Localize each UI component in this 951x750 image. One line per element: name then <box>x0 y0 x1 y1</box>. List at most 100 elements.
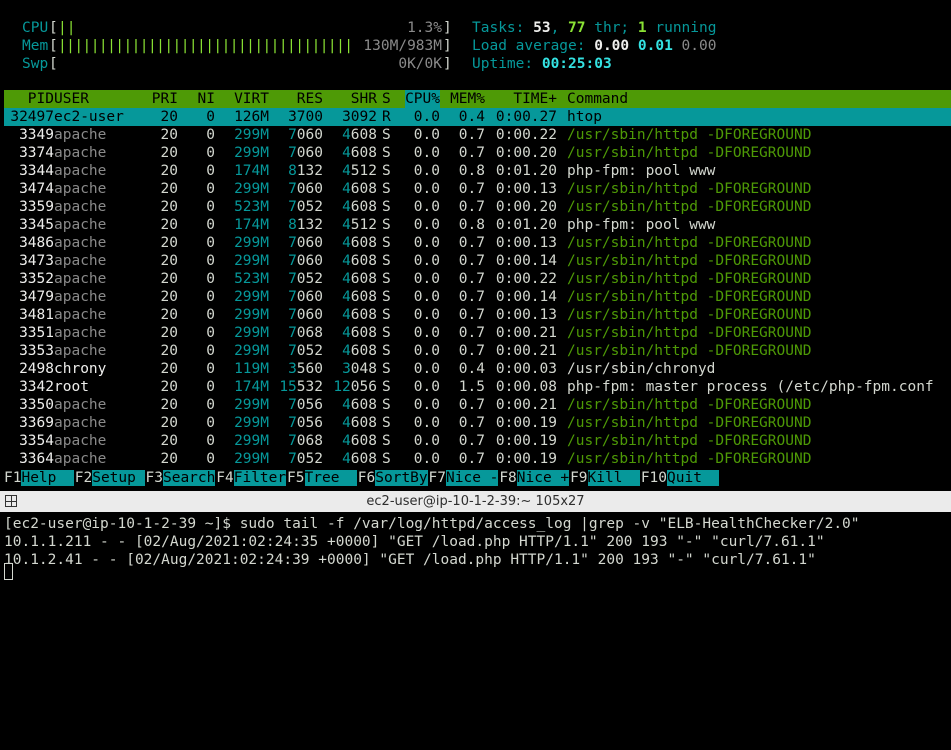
process-row[interactable]: 3349 apache 20 0 299M 7060 4608 S 0.0 0.7 0:00.22 /… <box>4 126 951 144</box>
process-user: apache <box>54 253 107 269</box>
process-user: apache <box>54 271 107 287</box>
process-row[interactable]: 3351 apache 20 0 299M 7068 4608 S 0.0 0.7 0:00.21 /… <box>4 324 951 342</box>
column-header-pid[interactable]: PID <box>28 90 54 108</box>
function-key-bar: F1Help F2Setup F3Search F4Filter F5Tree F6… <box>4 469 951 487</box>
process-cpu: 0.0 <box>413 379 440 395</box>
load-average-stat: Load average: 0.00 0.01 0.00 <box>472 38 717 54</box>
process-cmd: /usr/sbin/httpd -DFOREGROUND <box>567 127 812 143</box>
process-time: 0:00.19 <box>495 451 557 467</box>
cpu-meter-label: CPU <box>22 20 49 36</box>
column-header-user[interactable]: USER <box>54 90 89 108</box>
process-row[interactable]: 32497 ec2-user 20 0 126M 3700 3092 R 0.0 0.4 0:00.… <box>4 108 951 126</box>
process-time: 0:00.19 <box>495 433 557 449</box>
process-row[interactable]: 3350 apache 20 0 299M 7056 4608 S 0.0 0.7 0:00.21 /… <box>4 396 951 414</box>
fkey-sortby-button[interactable]: F6SortBy <box>358 469 428 487</box>
process-row[interactable]: 3345 apache 20 0 174M 8132 4512 S 0.0 0.8 0:01.20 p… <box>4 216 951 234</box>
fkey-nice-button[interactable]: F7Nice - <box>429 469 499 487</box>
process-s: S <box>382 307 391 323</box>
process-row[interactable]: 3342 root 20 0 174M 15532 12056 S 0.0 1.5 0:00.08 p… <box>4 378 951 396</box>
column-header-res[interactable]: RES <box>297 90 323 108</box>
process-row[interactable]: 3353 apache 20 0 299M 7052 4608 S 0.0 0.7 0:00.21 /… <box>4 342 951 360</box>
process-row[interactable]: 3374 apache 20 0 299M 7060 4608 S 0.0 0.7 0:00.20 /… <box>4 144 951 162</box>
process-row[interactable]: 3486 apache 20 0 299M 7060 4608 S 0.0 0.7 0:00.13 /… <box>4 234 951 252</box>
process-user: apache <box>54 397 107 413</box>
process-ni: 0 <box>206 217 215 233</box>
process-ni: 0 <box>206 163 215 179</box>
process-row[interactable]: 3359 apache 20 0 523M 7052 4608 S 0.0 0.7 0:00.20 /… <box>4 198 951 216</box>
column-header-virt[interactable]: VIRT <box>234 90 269 108</box>
swp-meter: Swp [ 0K/0K ] <box>22 56 452 72</box>
process-mem: 0.7 <box>458 235 485 251</box>
process-shr: 4608 <box>342 325 377 341</box>
fkey-help-button[interactable]: F1Help <box>4 469 74 487</box>
column-header-pri[interactable]: PRI <box>152 90 178 108</box>
process-virt: 523M <box>234 271 269 287</box>
process-row[interactable]: 3479 apache 20 0 299M 7060 4608 S 0.0 0.7 0:00.14 /… <box>4 288 951 306</box>
process-mem: 0.7 <box>458 271 485 287</box>
process-s: S <box>382 235 391 251</box>
process-s: S <box>382 343 391 359</box>
process-pid: 3352 <box>19 271 54 287</box>
process-user: apache <box>54 199 107 215</box>
process-pri: 20 <box>160 217 178 233</box>
fkey-label: Quit <box>667 470 720 486</box>
process-row[interactable]: 3354 apache 20 0 299M 7068 4608 S 0.0 0.7 0:00.19 /… <box>4 432 951 450</box>
process-shr: 4608 <box>342 253 377 269</box>
column-header-cpu[interactable]: CPU% <box>405 90 440 108</box>
column-header-shr[interactable]: SHR <box>351 90 377 108</box>
process-row[interactable]: 3473 apache 20 0 299M 7060 4608 S 0.0 0.7 0:00.14 /… <box>4 252 951 270</box>
process-time: 0:00.13 <box>495 235 557 251</box>
process-pri: 20 <box>160 235 178 251</box>
process-row[interactable]: 2498 chrony 20 0 119M 3560 3048 S 0.0 0.4 0:00.03 /… <box>4 360 951 378</box>
fkey-setup-button[interactable]: F2Setup <box>75 469 145 487</box>
process-pid: 3350 <box>19 397 54 413</box>
tasks-count: 53 <box>533 20 551 36</box>
fkey-nice-button[interactable]: F8Nice + <box>499 469 570 487</box>
process-mem: 0.7 <box>458 343 485 359</box>
process-res: 3700 <box>288 109 323 125</box>
shell-pane[interactable]: [ec2-user@ip-10-1-2-39 ~]$ sudo tail -f … <box>0 512 951 750</box>
process-row[interactable]: 3481 apache 20 0 299M 7060 4608 S 0.0 0.7 0:00.13 /… <box>4 306 951 324</box>
process-cpu: 0.0 <box>413 253 440 269</box>
process-virt: 299M <box>234 325 269 341</box>
fkey-tree-button[interactable]: F5Tree <box>287 469 357 487</box>
split-pane-icon[interactable] <box>5 495 17 507</box>
fkey-kill-button[interactable]: F9Kill <box>570 469 640 487</box>
process-cpu: 0.0 <box>413 451 440 467</box>
fkey-quit-button[interactable]: F10Quit <box>641 469 720 487</box>
process-cmd: /usr/sbin/httpd -DFOREGROUND <box>567 289 812 305</box>
fkey-filter-button[interactable]: F4Filter <box>216 469 287 487</box>
column-header-time[interactable]: TIME+ <box>513 90 557 108</box>
process-user: apache <box>54 307 107 323</box>
terminal-title-bar[interactable]: ec2-user@ip-10-1-2-39:~ 105x27 <box>0 491 951 512</box>
fkey-search-button[interactable]: F3Search <box>146 469 216 487</box>
process-row[interactable]: 3364 apache 20 0 299M 7052 4608 S 0.0 0.7 0:00.19 /… <box>4 450 951 468</box>
column-header-mem[interactable]: MEM% <box>450 90 485 108</box>
process-row[interactable]: 3474 apache 20 0 299M 7060 4608 S 0.0 0.7 0:00.13 /… <box>4 180 951 198</box>
process-row[interactable]: 3344 apache 20 0 174M 8132 4512 S 0.0 0.8 0:01.20 p… <box>4 162 951 180</box>
process-ni: 0 <box>206 127 215 143</box>
column-header-command[interactable]: Command <box>567 90 628 108</box>
fkey-number: F6 <box>357 470 376 486</box>
load-15: 0.00 <box>681 38 717 54</box>
process-cmd: /usr/sbin/httpd -DFOREGROUND <box>567 325 812 341</box>
process-ni: 0 <box>206 253 215 269</box>
process-s: S <box>382 199 391 215</box>
process-time: 0:01.20 <box>495 217 557 233</box>
process-ni: 0 <box>206 109 215 125</box>
shell-output-line: 10.1.2.41 - - [02/Aug/2021:02:24:39 +000… <box>4 552 816 568</box>
process-row[interactable]: 3369 apache 20 0 299M 7056 4608 S 0.0 0.7 0:00.19 /… <box>4 414 951 432</box>
column-header-s[interactable]: S <box>382 90 391 108</box>
process-virt: 174M <box>234 379 269 395</box>
process-s: S <box>382 451 391 467</box>
column-header-ni[interactable]: NI <box>198 90 215 108</box>
process-mem: 0.7 <box>458 433 485 449</box>
process-row[interactable]: 3352 apache 20 0 523M 7052 4608 S 0.0 0.7 0:00.22 /… <box>4 270 951 288</box>
process-ni: 0 <box>206 451 215 467</box>
process-time: 0:00.22 <box>495 271 557 287</box>
process-res: 7052 <box>288 451 323 467</box>
process-res: 7068 <box>288 325 323 341</box>
process-user: apache <box>54 289 107 305</box>
process-cpu: 0.0 <box>413 181 440 197</box>
process-table-header: PID USER PRI NI VIRT RES SHR S CPU% MEM% TIME+ Comm… <box>4 90 951 108</box>
